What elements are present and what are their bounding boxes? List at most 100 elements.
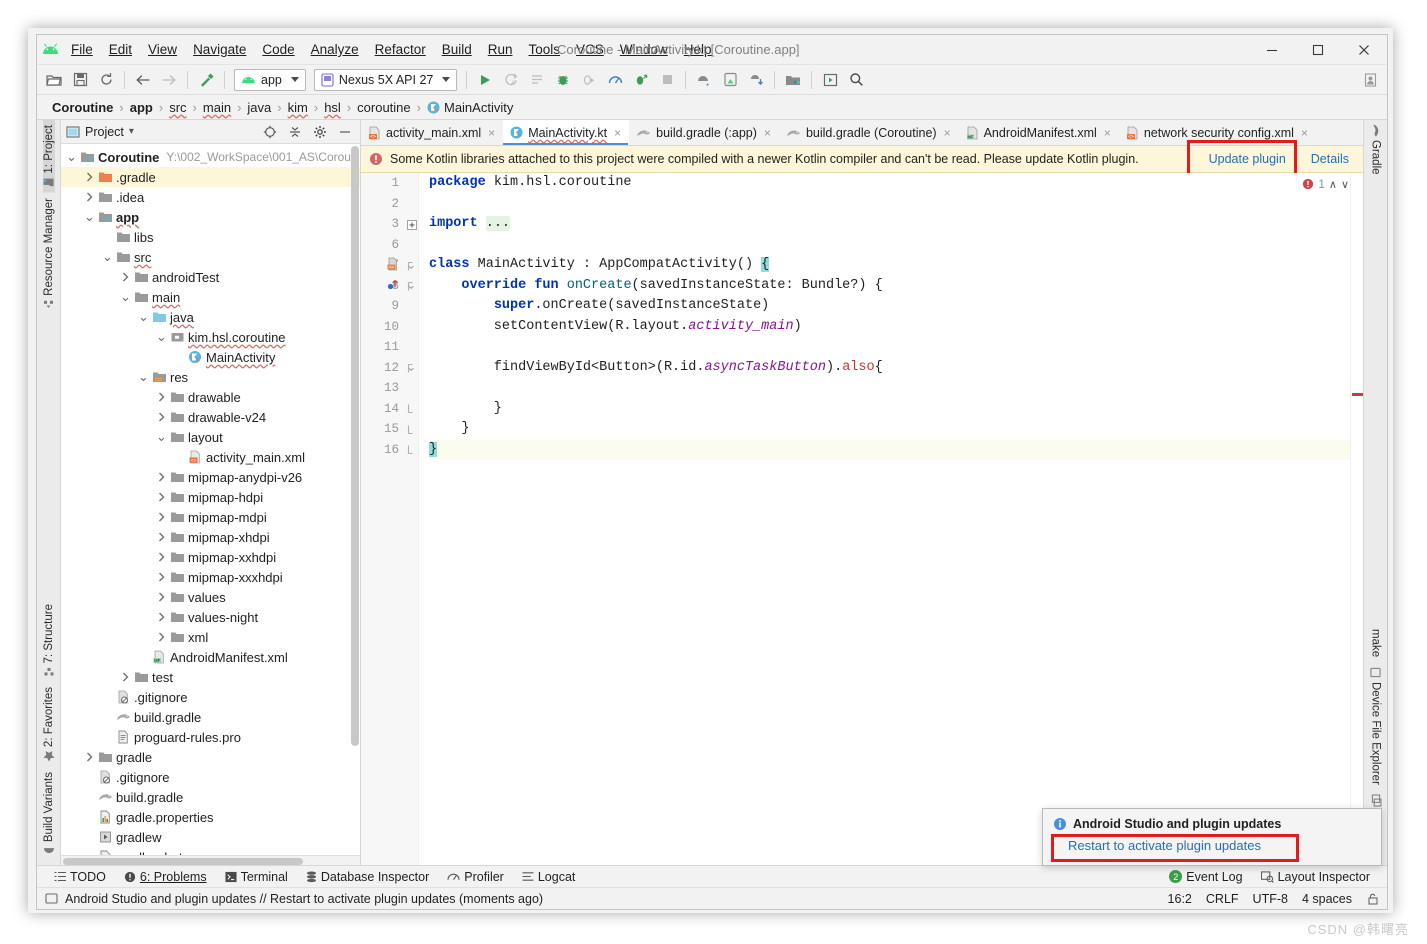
sidebar-item-device-file-explorer[interactable]: Device File Explorer: [1370, 662, 1382, 790]
gutter-line-number[interactable]: 12: [361, 358, 405, 379]
breadcrumb-item-coroutine-pkg[interactable]: coroutine: [352, 100, 415, 115]
details-link[interactable]: Details: [1311, 152, 1349, 166]
tree-item-main[interactable]: ⌄main: [61, 287, 360, 307]
editor-tab-androidmanifest-xml[interactable]: MF AndroidManifest.xml ×: [959, 120, 1119, 145]
gutter-line-number[interactable]: 15: [361, 419, 405, 440]
error-stripe-mark[interactable]: [1352, 393, 1363, 396]
sidebar-item-resource-manager[interactable]: Resource Manager: [43, 193, 55, 314]
tree-item-kim-hsl-coroutine[interactable]: ⌄kim.hsl.coroutine: [61, 327, 360, 347]
code-line-6[interactable]: [429, 235, 1363, 256]
tree-item-java[interactable]: ⌄java: [61, 307, 360, 327]
tree-item-drawable[interactable]: drawable: [61, 387, 360, 407]
code-text-area[interactable]: package kim.hsl.coroutine import ... cla…: [419, 173, 1363, 865]
chevron-right-icon[interactable]: [83, 192, 96, 202]
tool-window-database-inspector[interactable]: Database Inspector: [297, 870, 438, 884]
back-arrow-icon[interactable]: [130, 68, 156, 92]
chevron-right-icon[interactable]: [155, 572, 168, 582]
message-icon[interactable]: [45, 893, 58, 905]
line-separator[interactable]: CRLF: [1206, 892, 1239, 906]
collapse-all-icon[interactable]: [285, 125, 305, 139]
tree-item-mipmap-anydpi-v26[interactable]: mipmap-anydpi-v26: [61, 467, 360, 487]
chevron-right-icon[interactable]: [155, 412, 168, 422]
breadcrumb-item-kim[interactable]: kim: [283, 100, 313, 115]
tree-item-mipmap-hdpi[interactable]: mipmap-hdpi: [61, 487, 360, 507]
tree-item-androidtest[interactable]: androidTest: [61, 267, 360, 287]
open-folder-icon[interactable]: [41, 68, 67, 92]
next-error-icon[interactable]: ∨: [1341, 178, 1349, 191]
editor-tab-activity-main-xml[interactable]: <> activity_main.xml ×: [361, 120, 503, 145]
code-line-1[interactable]: package kim.hsl.coroutine: [429, 173, 1363, 194]
tree-item-gradlew-bat[interactable]: gradlew.bat: [61, 847, 360, 855]
tree-item-coroutine[interactable]: ⌄CoroutineY:\002_WorkSpace\001_AS\Corou: [61, 147, 360, 167]
save-icon[interactable]: [67, 68, 93, 92]
sidebar-item-make[interactable]: make: [1370, 624, 1382, 662]
fold-end-icon[interactable]: [405, 419, 418, 440]
chevron-down-icon[interactable]: ⌄: [101, 254, 114, 260]
gutter-line-number[interactable]: 7<>: [361, 255, 405, 276]
editor-tab-build-gradle-coroutine[interactable]: build.gradle (Coroutine) ×: [779, 120, 959, 145]
user-account-icon[interactable]: [1357, 68, 1383, 92]
tree-item-idea[interactable]: .idea: [61, 187, 360, 207]
chevron-down-icon[interactable]: ⌄: [119, 294, 132, 300]
tree-item-build-gradle[interactable]: build.gradle: [61, 707, 360, 727]
close-icon[interactable]: ×: [1104, 126, 1111, 140]
tool-window-profiler[interactable]: Profiler: [438, 870, 513, 884]
hide-panel-icon[interactable]: [335, 125, 355, 139]
maximize-button[interactable]: [1295, 35, 1341, 65]
device-selector[interactable]: Nexus 5X API 27: [314, 69, 458, 91]
previous-error-icon[interactable]: ∧: [1329, 178, 1337, 191]
menu-file[interactable]: File: [63, 39, 101, 60]
tree-item-values-night[interactable]: values-night: [61, 607, 360, 627]
fold-collapse-icon[interactable]: [405, 255, 418, 276]
chevron-right-icon[interactable]: [119, 672, 132, 682]
chevron-down-icon[interactable]: ⌄: [137, 374, 150, 380]
avd-manager-icon[interactable]: [717, 68, 743, 92]
menu-edit[interactable]: Edit: [101, 39, 140, 60]
sdk-manager-icon[interactable]: [691, 68, 717, 92]
restart-to-activate-link[interactable]: Restart to activate plugin updates: [1068, 838, 1371, 853]
close-icon[interactable]: ×: [488, 126, 495, 140]
menu-build[interactable]: Build: [434, 39, 480, 60]
search-everywhere-icon[interactable]: [843, 68, 869, 92]
code-line-2[interactable]: [429, 194, 1363, 215]
fold-collapse-icon[interactable]: [405, 276, 418, 297]
sidebar-item-favorites[interactable]: 2: Favorites: [43, 682, 55, 767]
gutter-line-number[interactable]: 8: [361, 276, 405, 297]
project-tree[interactable]: ⌄CoroutineY:\002_WorkSpace\001_AS\Corou.…: [61, 144, 360, 855]
tool-window-terminal[interactable]: Terminal: [216, 870, 297, 884]
gutter-line-number[interactable]: 16: [361, 440, 405, 461]
file-encoding[interactable]: UTF-8: [1253, 892, 1288, 906]
chevron-right-icon[interactable]: [155, 512, 168, 522]
menu-navigate[interactable]: Navigate: [185, 39, 254, 60]
gutter-line-number[interactable]: 11: [361, 337, 405, 358]
tool-window-layout-inspector[interactable]: Layout Inspector: [1252, 870, 1379, 884]
tree-item-res[interactable]: ⌄res: [61, 367, 360, 387]
breadcrumb-item-coroutine[interactable]: Coroutine: [47, 100, 118, 115]
chevron-right-icon[interactable]: [155, 492, 168, 502]
locate-icon[interactable]: [260, 125, 280, 139]
tree-item-gradle-properties[interactable]: gradle.properties: [61, 807, 360, 827]
menu-run[interactable]: Run: [480, 39, 521, 60]
override-method-gutter-icon[interactable]: [385, 278, 399, 294]
unlocked-icon[interactable]: [1366, 892, 1379, 905]
editor-tab-network-security-config-xml[interactable]: <> network security config.xml ×: [1119, 120, 1316, 145]
minimize-button[interactable]: [1249, 35, 1295, 65]
fold-end-icon[interactable]: [405, 399, 418, 420]
profile-icon[interactable]: [602, 68, 628, 92]
tree-item-gitignore[interactable]: .gitignore: [61, 767, 360, 787]
caret-position[interactable]: 16:2: [1168, 892, 1192, 906]
sidebar-item-build-variants[interactable]: Build Variants: [43, 767, 55, 861]
close-icon[interactable]: ×: [944, 126, 951, 140]
gutter-line-number[interactable]: 1: [361, 173, 405, 194]
tool-window-todo[interactable]: TODO: [45, 870, 115, 884]
tree-item-mainactivity[interactable]: MainActivity: [61, 347, 360, 367]
breadcrumb-item-mainactivity[interactable]: MainActivity: [422, 100, 518, 115]
chevron-down-icon[interactable]: ⌄: [83, 214, 96, 220]
code-line-11[interactable]: [429, 337, 1363, 358]
editor-error-stripe[interactable]: [1350, 173, 1363, 865]
menu-view[interactable]: View: [140, 39, 185, 60]
status-message[interactable]: Android Studio and plugin updates // Res…: [65, 892, 543, 906]
run-icon[interactable]: [472, 68, 498, 92]
device-download-icon[interactable]: [743, 68, 769, 92]
chevron-down-icon[interactable]: ▾: [129, 126, 134, 137]
